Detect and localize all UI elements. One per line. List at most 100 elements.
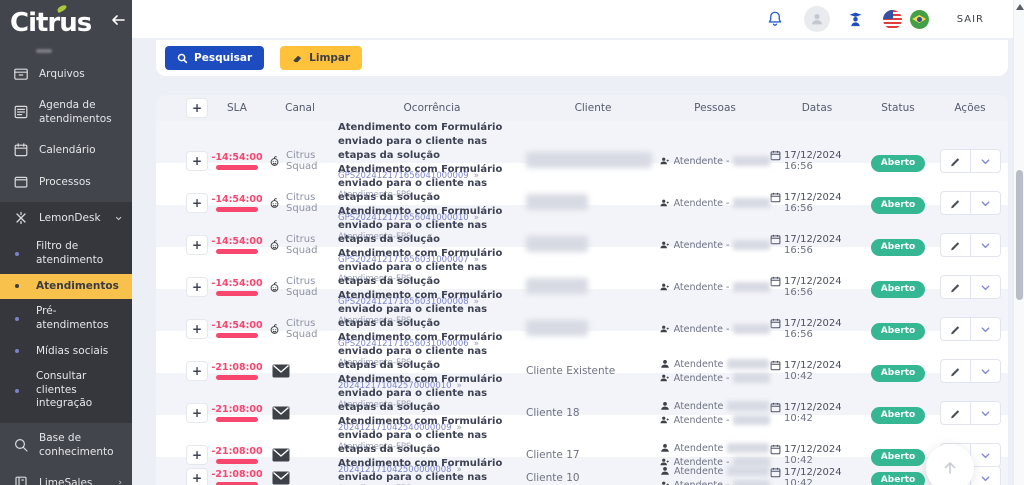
row-expand-button[interactable]: + (186, 403, 208, 423)
row-expand-button[interactable]: + (186, 319, 208, 339)
time-value: 16:56 (784, 161, 864, 172)
people-line-attendant: Atendente (660, 401, 770, 412)
scrollbar-thumb[interactable] (1016, 170, 1023, 300)
edit-button[interactable] (940, 359, 971, 383)
person-name-blurred (733, 198, 770, 208)
people-line-assignee: Atendente - (660, 198, 770, 209)
more-actions-button[interactable] (970, 149, 1001, 173)
edit-button[interactable] (940, 149, 971, 173)
sidebar-item-processos[interactable]: Processos (0, 166, 132, 198)
br-flag-icon[interactable] (910, 10, 929, 29)
edit-button[interactable] (940, 191, 971, 215)
sidebar-subitem-pre-atendimentos[interactable]: Pré-atendimentos (0, 299, 132, 338)
sidebar-item-label: Arquivos (39, 67, 121, 81)
sidebar-item-label: Base de conhecimento (39, 431, 121, 459)
status-badge: Aberto (871, 155, 925, 172)
occurrence-title[interactable]: Atendimento com Formulário enviado para … (338, 373, 518, 415)
client-name: Cliente 17 (526, 449, 580, 461)
dates-cell: 17/12/2024 16:56 (770, 234, 864, 256)
main-content: Pesquisar Limpar + SLA Canal Ocorrência … (132, 38, 1024, 485)
chevron-down-icon (980, 198, 991, 209)
sidebar-item-agenda[interactable]: Agenda de atendimentos (0, 90, 132, 134)
status-badge: Aberto (871, 323, 925, 340)
row-expand-button[interactable]: + (186, 445, 208, 465)
sidebar-item-limesales[interactable]: LimeSales › (0, 467, 132, 485)
row-expand-button[interactable]: + (186, 151, 208, 171)
more-actions-button[interactable] (970, 443, 1001, 467)
row-expand-button[interactable]: + (186, 277, 208, 297)
channel-label: Citrus Squad (286, 276, 338, 298)
sidebar-subitem-filtro[interactable]: Filtro de atendimento (0, 234, 132, 273)
more-actions-button[interactable] (970, 466, 1001, 485)
collapse-sidebar-icon[interactable] (111, 14, 126, 26)
occurrence-title[interactable]: Atendimento com Formulário enviado para … (338, 415, 518, 457)
person-plus-icon (660, 480, 670, 485)
user-avatar[interactable] (804, 6, 830, 32)
channel-email (272, 406, 290, 420)
expand-all-button[interactable]: + (186, 98, 208, 118)
pencil-icon (950, 408, 961, 419)
sidebar-item-arquivos[interactable]: Arquivos (0, 58, 132, 90)
occurrence-title[interactable]: Atendimento com Formulário enviado para … (338, 247, 518, 289)
channel-citrus-squad: Citrus Squad (268, 234, 338, 256)
clear-button[interactable]: Limpar (280, 46, 362, 70)
search-button[interactable]: Pesquisar (165, 46, 264, 70)
table-row[interactable]: + -14:54:00 Citrus Squad Atendimento com… (156, 121, 1008, 163)
tutor-icon[interactable] (846, 10, 865, 29)
sidebar-subitem-label: Consultar clientes integração (36, 370, 120, 411)
occurrence-cell: Atendimento com Formulário enviado para … (338, 457, 526, 485)
occurrence-title[interactable]: Atendimento com Formulário enviado para … (338, 205, 518, 247)
sla-cell: -21:08:00 (212, 469, 262, 485)
status-badge: Aberto (871, 472, 925, 485)
sidebar-subitem-atendimentos[interactable]: Atendimentos (0, 274, 132, 300)
edit-button[interactable] (940, 401, 971, 425)
sla-cell: -21:08:00 (212, 404, 262, 422)
sidebar-item-lemondesk[interactable]: LemonDesk (0, 202, 132, 234)
us-flag-icon[interactable] (883, 10, 902, 29)
client-name-blurred (526, 320, 588, 336)
more-actions-button[interactable] (970, 401, 1001, 425)
status-badge: Aberto (871, 239, 925, 256)
sidebar-subitem-midias-sociais[interactable]: Mídias sociais (0, 339, 132, 365)
occurrence-title[interactable]: Atendimento com Formulário enviado para … (338, 163, 518, 205)
row-expand-button[interactable]: + (186, 468, 208, 485)
more-actions-button[interactable] (970, 275, 1001, 299)
person-label: Atendente (674, 466, 723, 477)
scroll-to-top-button[interactable] (926, 444, 974, 485)
occurrence-title[interactable]: Atendimento com Formulário enviado para … (338, 331, 518, 373)
edit-button[interactable] (940, 233, 971, 257)
occurrence-title[interactable]: Atendimento com Formulário enviado para … (338, 457, 518, 485)
page-scrollbar[interactable] (1013, 0, 1024, 485)
client-cell (526, 278, 660, 297)
client-name-blurred (526, 236, 588, 252)
sidebar-item-calendario[interactable]: Calendário (0, 134, 132, 166)
people-line-assignee: Atendente - (660, 282, 770, 293)
sidebar-subitem-consultar-clientes[interactable]: Consultar clientes integração (0, 364, 132, 417)
person-name-blurred (727, 466, 769, 476)
sidebar-item-base-conhecimento[interactable]: Base de conhecimento (0, 423, 132, 467)
more-actions-button[interactable] (970, 233, 1001, 257)
more-actions-button[interactable] (970, 191, 1001, 215)
more-actions-button[interactable] (970, 317, 1001, 341)
occurrence-title[interactable]: Atendimento com Formulário enviado para … (338, 121, 518, 163)
lemondesk-group: LemonDesk Filtro de atendimento Atendime… (0, 202, 132, 423)
row-expand-button[interactable]: + (186, 235, 208, 255)
people-line-attendant: Atendente (660, 443, 770, 454)
row-expand-button[interactable]: + (186, 193, 208, 213)
person-label: Atendente (674, 401, 723, 412)
robot-icon (268, 153, 281, 169)
edit-button[interactable] (940, 275, 971, 299)
occurrence-title[interactable]: Atendimento com Formulário enviado para … (338, 289, 518, 331)
client-cell (526, 236, 660, 255)
notifications-bell-icon[interactable] (766, 10, 784, 28)
header-pessoas: Pessoas (660, 102, 770, 114)
sidebar-item-label: Calendário (39, 143, 121, 157)
bullet-icon (15, 389, 19, 393)
more-actions-button[interactable] (970, 359, 1001, 383)
scrollbar-up-arrow-icon[interactable] (1016, 4, 1024, 10)
dates-cell: 17/12/2024 16:56 (770, 192, 864, 214)
row-expand-button[interactable]: + (186, 361, 208, 381)
edit-button[interactable] (940, 317, 971, 341)
sla-cell: -14:54:00 (212, 278, 262, 296)
logout-button[interactable]: SAIR (957, 14, 984, 25)
